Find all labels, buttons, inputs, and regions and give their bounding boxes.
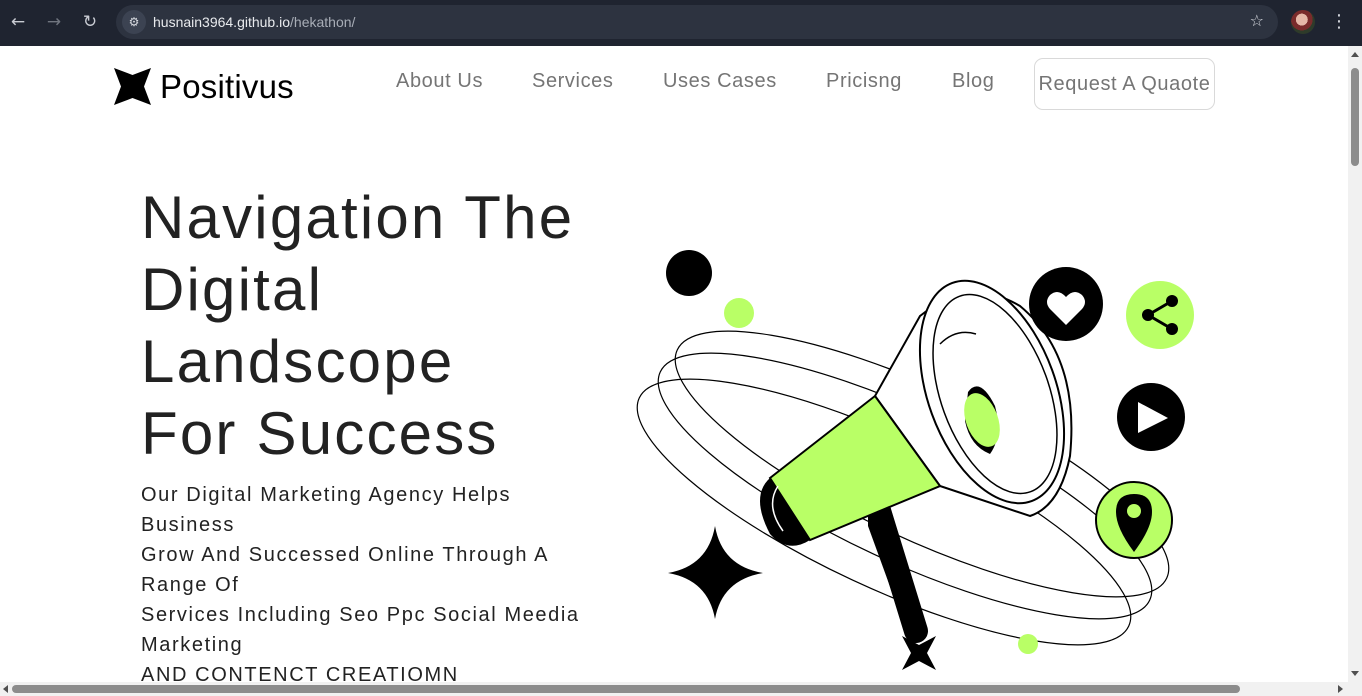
vertical-scroll-thumb[interactable] (1351, 68, 1359, 166)
scroll-right-arrow-icon[interactable] (1338, 685, 1343, 693)
vertical-scrollbar[interactable] (1348, 46, 1362, 682)
green-dot (724, 298, 754, 328)
scroll-up-arrow-icon[interactable] (1351, 52, 1359, 57)
heart-icon (1029, 267, 1103, 341)
url-host: husnain3964.github.io (153, 14, 291, 30)
hero-desc-line: Grow And Successed Online Through A (141, 544, 550, 566)
hero-desc-line: Range Of (141, 574, 240, 596)
browser-menu-icon[interactable]: ⋮ (1330, 9, 1348, 35)
hero-desc-line: Our Digital Marketing Agency Helps (141, 484, 512, 506)
sparkle-star-icon (668, 526, 763, 619)
hero-desc-line: AND CONTENCT CREATIOMN (141, 664, 459, 682)
nav-blog[interactable]: Blog (952, 68, 994, 94)
nav-services[interactable]: Services (532, 68, 614, 94)
horizontal-scroll-thumb[interactable] (12, 685, 1240, 693)
nav-use-cases[interactable]: Uses Cases (663, 68, 777, 94)
hero-desc-line: Marketing (141, 634, 244, 656)
site-info-icon[interactable]: ⚙ (122, 10, 146, 34)
address-bar[interactable]: ⚙ husnain3964.github.io/hekathon/ ☆ (116, 5, 1278, 39)
hero-desc-line: Business (141, 514, 235, 536)
hero-desc-line: Services Including Seo Ppc Social Meedia (141, 604, 580, 626)
logo-text: Positivus (160, 68, 294, 105)
browser-toolbar: ← → ↻ ⚙ husnain3964.github.io/hekathon/ … (0, 0, 1362, 46)
back-button[interactable]: ← (4, 8, 32, 36)
profile-avatar[interactable] (1291, 10, 1315, 34)
black-dot (666, 250, 712, 296)
hero-title-line: Landscope (141, 328, 455, 395)
play-icon (1117, 383, 1185, 451)
horizontal-scrollbar[interactable] (0, 682, 1362, 696)
site-logo[interactable]: Positivus (114, 68, 294, 105)
green-dot-small (1018, 634, 1038, 654)
megaphone-illustration (636, 250, 1194, 670)
nav-about-us[interactable]: About Us (396, 68, 483, 94)
hero-title-line: Navigation The (141, 184, 575, 251)
url-text[interactable]: husnain3964.github.io/hekathon/ (153, 14, 355, 30)
scroll-down-arrow-icon[interactable] (1351, 671, 1359, 676)
bookmark-star-icon[interactable]: ☆ (1250, 11, 1264, 30)
url-path: /hekathon/ (290, 14, 356, 30)
scroll-left-arrow-icon[interactable] (3, 685, 8, 693)
reload-button[interactable]: ↻ (76, 8, 104, 36)
hero-title-line: For Success (141, 400, 499, 467)
hero-description: Our Digital Marketing Agency Helps Busin… (141, 480, 611, 682)
hero-title-line: Digital (141, 256, 324, 323)
location-pin-icon (1095, 481, 1173, 559)
forward-button[interactable]: → (40, 8, 68, 36)
web-page: Positivus About Us Services Uses Cases P… (0, 46, 1348, 682)
logo-star-icon (114, 68, 151, 105)
request-quote-button[interactable]: Request A Quaote (1034, 58, 1215, 110)
share-icon (1126, 281, 1194, 349)
nav-pricing[interactable]: Pricisng (826, 68, 902, 94)
hero-title: Navigation The Digital Landscope For Suc… (141, 182, 611, 470)
